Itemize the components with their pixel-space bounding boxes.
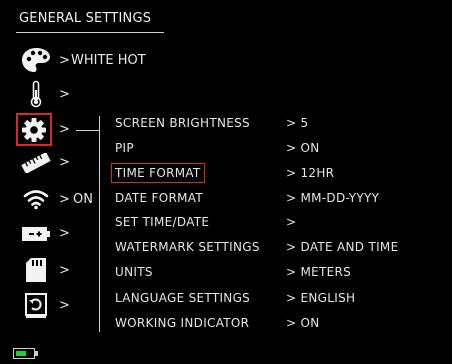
ruler-icon [21, 153, 51, 173]
restore-icon [25, 293, 47, 318]
setting-value-text: 12HR [300, 166, 335, 180]
page-title: GENERAL SETTINGS [19, 11, 152, 26]
chevron-right-icon: > [59, 122, 70, 137]
palette-icon [22, 48, 50, 72]
chevron-right-icon: > [59, 226, 70, 241]
setting-label-working-indicator[interactable]: WORKING INDICATOR [115, 317, 249, 329]
setting-value-text: MM-DD-YYYY [300, 191, 380, 205]
setting-label-language-settings[interactable]: LANGUAGE SETTINGS [115, 292, 250, 304]
title-underline [16, 32, 164, 33]
menu-item-palette[interactable] [16, 44, 56, 76]
menu-item-power[interactable] [16, 218, 56, 250]
setting-label-watermark-settings[interactable]: WATERMARK SETTINGS [115, 241, 260, 253]
menu-item-restore[interactable] [16, 290, 56, 322]
setting-value-working-indicator: > ON [286, 316, 320, 330]
setting-value-date-format: > MM-DD-YYYY [286, 191, 380, 205]
battery-plus-icon [22, 227, 50, 241]
chevron-right-icon: > [59, 263, 70, 278]
thermometer-icon [30, 80, 42, 108]
chevron-right-icon: > [59, 87, 70, 102]
setting-value-language-settings: > ENGLISH [286, 291, 356, 305]
chevron-right-icon: > [59, 155, 70, 170]
battery-indicator [13, 348, 35, 359]
setting-label-pip[interactable]: PIP [115, 142, 134, 154]
setting-label-set-time-date[interactable]: SET TIME/DATE [115, 216, 209, 228]
chevron-right-icon: > [59, 298, 70, 313]
setting-value-text: ON [300, 316, 320, 330]
battery-level-fill [16, 351, 26, 356]
setting-value-watermark-settings: > DATE AND TIME [286, 240, 399, 254]
wifi-icon [23, 190, 49, 210]
submenu-connector [76, 130, 100, 131]
wifi-value: ON [73, 192, 93, 207]
setting-label-screen-brightness[interactable]: SCREEN BRIGHTNESS [115, 117, 250, 129]
setting-value-pip: > ON [286, 141, 320, 155]
setting-value-screen-brightness: > 5 [286, 116, 309, 130]
sd-card-icon [26, 258, 46, 282]
menu-item-storage[interactable] [16, 254, 56, 286]
setting-label-time-format[interactable]: TIME FORMAT [111, 163, 205, 183]
menu-item-ruler[interactable] [16, 147, 56, 179]
setting-value-text: METERS [300, 265, 352, 279]
setting-value-text: ENGLISH [300, 291, 356, 305]
setting-value-text: 5 [300, 116, 309, 130]
battery-tip [35, 351, 38, 356]
setting-value-text: DATE AND TIME [300, 240, 399, 254]
menu-item-general-settings[interactable] [16, 113, 52, 146]
gear-icon [22, 117, 46, 142]
setting-value-set-time-date: > [286, 215, 297, 229]
chevron-right-icon: > [59, 192, 70, 207]
menu-item-temperature[interactable] [16, 78, 56, 110]
setting-value-text: ON [300, 141, 320, 155]
menu-item-wifi[interactable] [16, 183, 56, 215]
setting-label-date-format[interactable]: DATE FORMAT [115, 192, 203, 204]
setting-label-units[interactable]: UNITS [115, 266, 153, 278]
submenu-divider [99, 116, 100, 332]
setting-value-units: > METERS [286, 265, 352, 279]
chevron-right-icon: > [59, 53, 70, 68]
palette-value: WHITE HOT [71, 53, 146, 68]
setting-value-time-format: > 12HR [286, 166, 335, 180]
